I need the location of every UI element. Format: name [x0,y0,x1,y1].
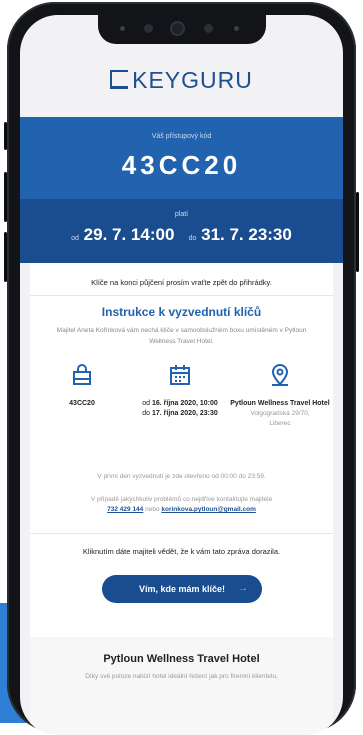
hotel-description: Díky své poloze nabízí hotel ideální řeš… [85,673,278,680]
access-code-label: Váš přístupový kód [151,133,212,140]
camera-icon [171,23,183,34]
location-pin-icon [271,363,289,386]
confirm-keys-button[interactable]: Vím, kde mám klíče! → [102,575,262,603]
instructions-card: Klíče na konci půjčení prosím vraťte zpě… [30,263,333,735]
power-button [356,192,359,272]
code-column-value: 43CC20 [69,400,95,407]
arrow-right-icon: → [238,583,248,594]
date-to: 17. října 2020, 23:30 [151,410,218,417]
confirm-button-label: Vím, kde mám klíče! [138,584,226,594]
contact-note: V případě jakýchkoliv problémů co nejdří… [30,495,333,515]
contact-note-text: V případě jakýchkoliv problémů co nejdří… [90,496,273,503]
validity-from-prefix: od [71,235,79,242]
sensor-icon [203,24,213,33]
first-day-note: V první den vyzvednutí je zde otevřeno o… [97,473,266,480]
sensor-icon [143,24,153,33]
access-code-banner: Váš přístupový kód 43CC20 [20,117,343,199]
date-from: 16. října 2020, 10:00 [151,400,218,407]
access-code-value: 43CC20 [121,150,242,180]
email-screen: KEYGURU Váš přístupový kód 43CC20 platí … [20,15,343,735]
hotel-name: Pytloun Wellness Travel Hotel [103,653,260,665]
brand-name: KEYGURU [132,67,253,93]
divider [30,295,333,296]
email-link[interactable]: korinkova.pytloun@gmail.com [161,506,255,513]
sensor-icon [233,26,239,31]
confirm-text: Kliknutím dáte majiteli vědět, že k vám … [82,547,281,556]
return-note: Klíče na konci půjčení prosím vraťte zpě… [91,278,272,287]
code-column: 43CC20 [32,363,132,409]
phone-link[interactable]: 732 429 144 [107,506,143,513]
mute-switch [4,122,7,150]
place-street: Volgogradská 29/70, [250,410,310,417]
volume-down-button [4,232,7,282]
validity-to: 31. 7. 23:30 [201,225,292,244]
sensor-icon [119,26,125,31]
validity-label: platí [174,211,189,218]
date-from-prefix: od [142,400,151,407]
date-to-prefix: do [142,410,151,417]
lockbox-icon [73,364,91,385]
volume-up-button [4,172,7,222]
place-name: Pytloun Wellness Travel Hotel [230,400,330,407]
hotel-section: Pytloun Wellness Travel Hotel Díky své p… [30,637,333,735]
instructions-description: Majitel Aneta Kořínková vám nechá klíče … [56,327,307,345]
date-from-line: od 16. října 2020, 10:00 [130,399,230,409]
keyguru-logo: KEYGURU [20,67,343,94]
notch [97,15,266,44]
date-to-line: do 17. října 2020, 23:30 [130,409,230,419]
calendar-icon [170,365,190,385]
place-column: Pytloun Wellness Travel Hotel Volgograds… [230,363,330,429]
keyguru-logo-icon [110,70,129,89]
contact-links: 732 429 144 nebo korinkova.pytloun@gmail… [30,505,333,515]
validity-to-prefix: do [188,235,197,242]
phone-frame: KEYGURU Váš přístupový kód 43CC20 platí … [4,2,359,735]
instructions-title: Instrukce k vyzvednutí klíčů [101,305,262,319]
place-city: Liberec [269,420,291,427]
contact-or: nebo [145,506,160,513]
validity-range: od 29. 7. 14:00 do 31. 7. 23:30 [20,225,343,245]
validity-from: 29. 7. 14:00 [83,225,175,244]
validity-banner: platí od 29. 7. 14:00 do 31. 7. 23:30 [20,199,343,263]
divider [30,533,333,534]
date-column: od 16. října 2020, 10:00 do 17. října 20… [130,363,230,419]
